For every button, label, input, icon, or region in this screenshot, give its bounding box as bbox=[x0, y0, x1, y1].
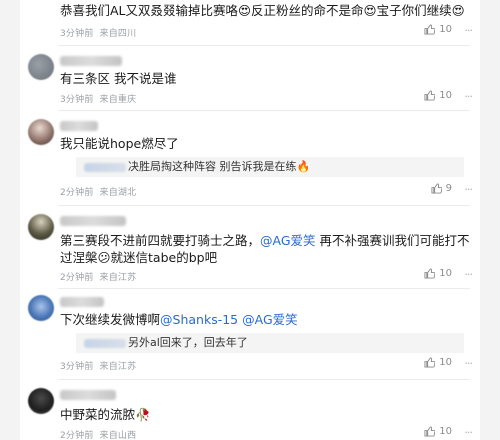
comment-location: 来自重庆 bbox=[99, 95, 137, 105]
comment-item: 恭喜我们AL又双叒叕输掉比赛咯😍反正粉丝的命不是命😍宝子你们继续😍 3分钟前 来自… bbox=[20, 0, 480, 44]
mention-link[interactable]: @AG爱笑 bbox=[242, 312, 298, 327]
comment-text-part: 第三赛段不进前四就要打骑士之路， bbox=[60, 233, 261, 248]
avatar[interactable] bbox=[28, 119, 54, 145]
reply-preview[interactable]: xxx另外al回来了，回去年了 bbox=[76, 333, 464, 353]
avatar[interactable] bbox=[28, 214, 54, 240]
comment-item: xxx 第三赛段不进前四就要打骑士之路，@AG爱笑 再不补强赛训我们可能打不 过… bbox=[20, 206, 480, 286]
comment-username[interactable]: xxx bbox=[60, 216, 126, 226]
like-button[interactable]: 9 bbox=[431, 183, 452, 194]
mention-link[interactable]: @AG爱笑 bbox=[260, 233, 316, 248]
comment-text: 我只能说hope燃尽了 bbox=[60, 136, 179, 151]
comment-text: 中野菜的流脓🥀 bbox=[60, 407, 151, 422]
like-count: 10 bbox=[439, 426, 452, 437]
reply-username[interactable]: xxx bbox=[84, 162, 126, 172]
comment-item: xxx 我只能说hope燃尽了 xxx决胜局掏这种阵容 别告诉我是在练🔥 2分钟… bbox=[20, 111, 480, 203]
like-button[interactable]: 10 bbox=[424, 357, 452, 368]
thumbs-up-icon bbox=[424, 24, 436, 35]
comment-item: xxx 中野菜的流脓🥀 2分钟前来自山西 10 ··· bbox=[20, 380, 480, 440]
comment-item: xxx 下次继续发微博啊@Shanks-15 @AG爱笑 xxx另外al回来了，… bbox=[20, 289, 480, 377]
avatar[interactable] bbox=[28, 295, 54, 321]
comment-meta: 3分钟前 来自重庆 bbox=[60, 92, 136, 105]
comment-username[interactable]: xxx bbox=[60, 121, 98, 131]
comment-text: 恭喜我们AL又双叒叕输掉比赛咯😍反正粉丝的命不是命😍宝子你们继续😍 bbox=[60, 3, 465, 18]
reply-text: 另外al回来了，回去年了 bbox=[128, 336, 248, 349]
like-button[interactable]: 10 bbox=[424, 90, 452, 101]
comment-time: 2分钟前 bbox=[60, 431, 94, 440]
avatar[interactable] bbox=[28, 54, 54, 80]
more-dots-icon[interactable]: ··· bbox=[465, 24, 473, 37]
like-count: 9 bbox=[445, 183, 452, 194]
comment-meta: 2分钟前 来自江苏 bbox=[60, 270, 136, 283]
like-count: 10 bbox=[439, 268, 452, 279]
thumbs-up-icon bbox=[424, 268, 436, 279]
comment-time: 3分钟前 bbox=[60, 29, 94, 39]
like-button[interactable]: 10 bbox=[424, 24, 452, 35]
avatar[interactable] bbox=[28, 388, 54, 414]
comment-meta: 3分钟前 来自江苏 bbox=[60, 359, 136, 372]
comment-location: 来自四川 bbox=[99, 29, 137, 39]
comment-meta: 2分钟前 来自山西 bbox=[60, 428, 136, 440]
like-count: 10 bbox=[439, 24, 452, 35]
comment-text: 有三条区 我不说是谁 bbox=[60, 71, 177, 86]
comment-text: 第三赛段不进前四就要打骑士之路，@AG爱笑 再不补强赛训我们可能打不 bbox=[60, 232, 470, 250]
more-dots-icon[interactable]: ··· bbox=[465, 90, 473, 103]
more-dots-icon[interactable]: ··· bbox=[465, 183, 473, 196]
reply-preview[interactable]: xxx决胜局掏这种阵容 别告诉我是在练🔥 bbox=[76, 157, 464, 177]
like-count: 10 bbox=[439, 357, 452, 368]
mention-link[interactable]: @Shanks-15 bbox=[160, 312, 238, 327]
comment-location: 来自江苏 bbox=[99, 273, 137, 283]
thumbs-up-icon bbox=[424, 426, 436, 437]
comment-username[interactable]: xxx bbox=[60, 297, 104, 307]
like-count: 10 bbox=[439, 90, 452, 101]
comment-time: 2分钟前 bbox=[60, 188, 94, 198]
like-button[interactable]: 10 bbox=[424, 426, 452, 437]
comment-meta: 3分钟前 来自四川 bbox=[60, 26, 136, 39]
comment-location: 来自山西 bbox=[99, 431, 137, 440]
comment-username[interactable]: xxx bbox=[60, 56, 122, 66]
thumbs-up-icon bbox=[424, 90, 436, 101]
like-button[interactable]: 10 bbox=[424, 268, 452, 279]
more-dots-icon[interactable]: ··· bbox=[465, 357, 473, 370]
more-dots-icon[interactable]: ··· bbox=[465, 268, 473, 281]
comment-location: 来自湖北 bbox=[99, 188, 137, 198]
comment-username[interactable]: xxx bbox=[60, 390, 116, 400]
comment-meta: 2分钟前 来自湖北 bbox=[60, 185, 136, 198]
comment-text-line2: 过涅槃😕就迷信tabe的bp吧 bbox=[60, 250, 218, 265]
comment-list: 恭喜我们AL又双叒叕输掉比赛咯😍反正粉丝的命不是命😍宝子你们继续😍 3分钟前 来自… bbox=[20, 0, 480, 440]
comment-text-part: 再不补强赛训我们可能打不 bbox=[315, 233, 470, 248]
comment-time: 3分钟前 bbox=[60, 95, 94, 105]
comment-time: 3分钟前 bbox=[60, 362, 94, 372]
reply-text: 决胜局掏这种阵容 别告诉我是在练🔥 bbox=[128, 160, 311, 173]
thumbs-up-icon bbox=[424, 357, 436, 368]
comment-item: xxx 有三条区 我不说是谁 3分钟前来自重庆 10 ··· bbox=[20, 46, 480, 108]
more-dots-icon[interactable]: ··· bbox=[465, 426, 473, 439]
comment-location: 来自江苏 bbox=[99, 362, 137, 372]
comment-text-part: 下次继续发微博啊 bbox=[60, 312, 161, 327]
thumbs-up-icon bbox=[431, 183, 442, 194]
comment-time: 2分钟前 bbox=[60, 273, 94, 283]
comment-text: 下次继续发微博啊@Shanks-15 @AG爱笑 bbox=[60, 311, 298, 329]
reply-username[interactable]: xxx bbox=[84, 338, 126, 348]
